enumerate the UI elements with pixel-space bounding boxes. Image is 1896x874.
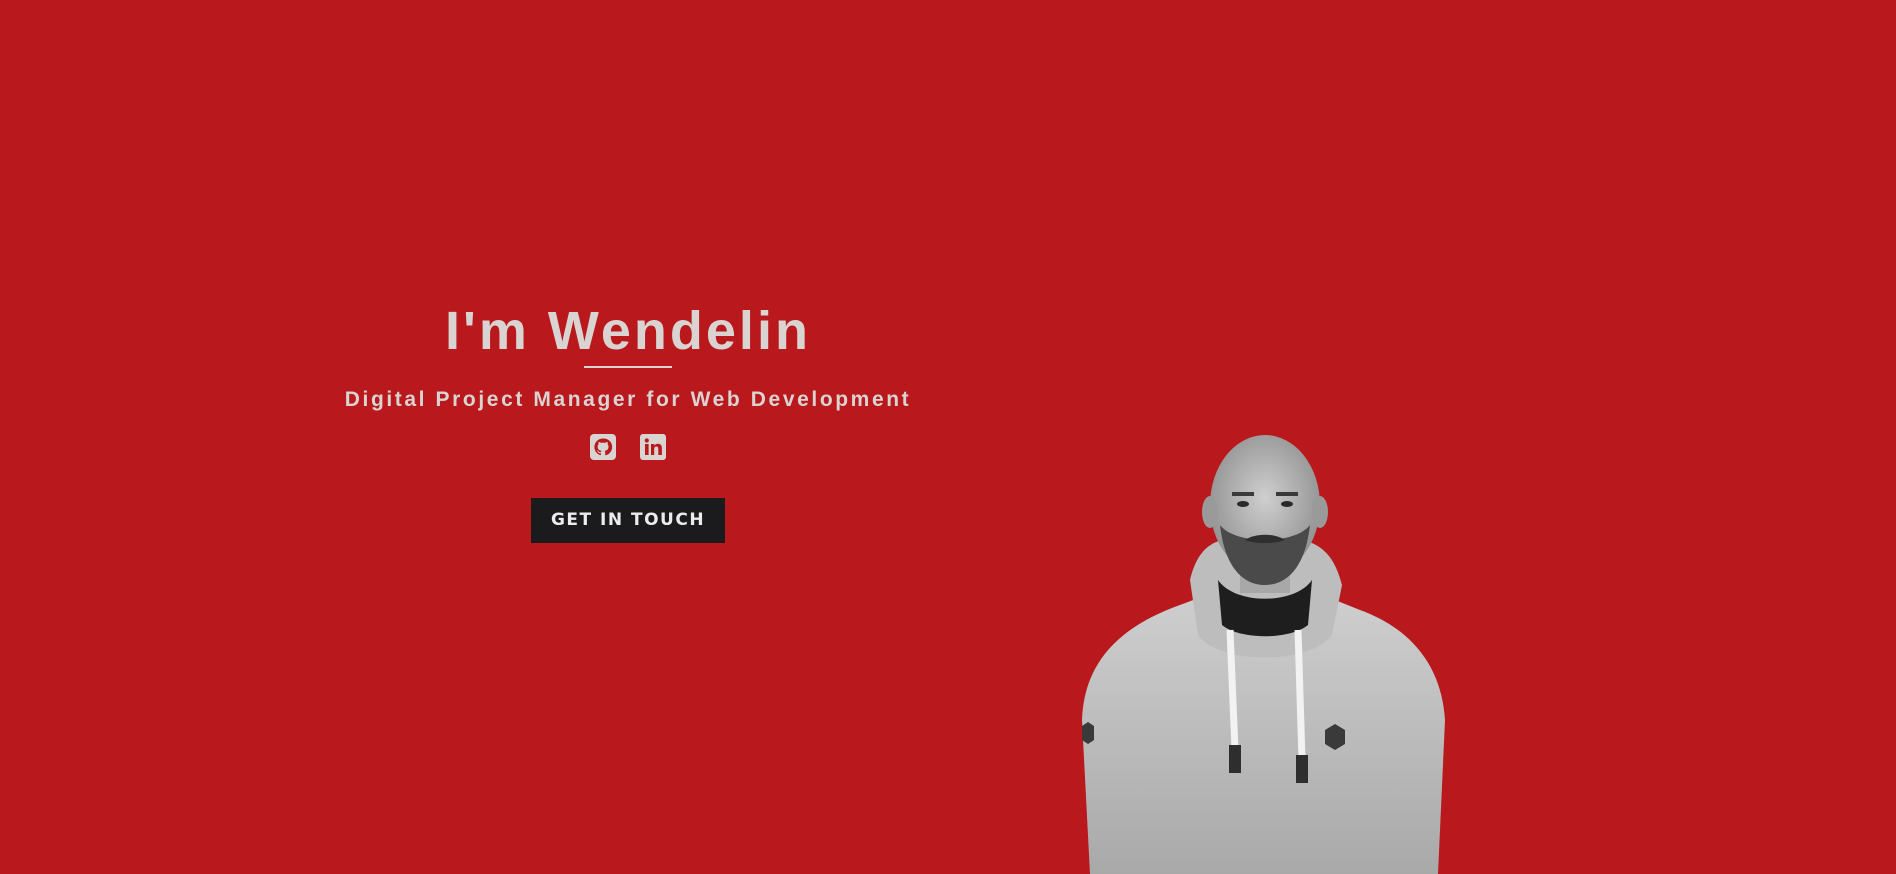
hero-section: I'm Wendelin Digital Project Manager for… [0,0,1896,874]
portrait-photo [1070,420,1460,874]
linkedin-link[interactable] [638,432,668,462]
github-icon [589,433,617,461]
get-in-touch-button[interactable]: GET IN TOUCH [530,498,726,543]
social-links [328,432,928,462]
hero-intro: I'm Wendelin Digital Project Manager for… [328,296,928,543]
person-portrait-icon [1082,435,1445,874]
subtitle: Digital Project Manager for Web Developm… [344,388,912,411]
github-link[interactable] [588,432,618,462]
page-title: I'm Wendelin [445,301,811,361]
title-divider [584,366,672,368]
linkedin-icon [639,433,667,461]
